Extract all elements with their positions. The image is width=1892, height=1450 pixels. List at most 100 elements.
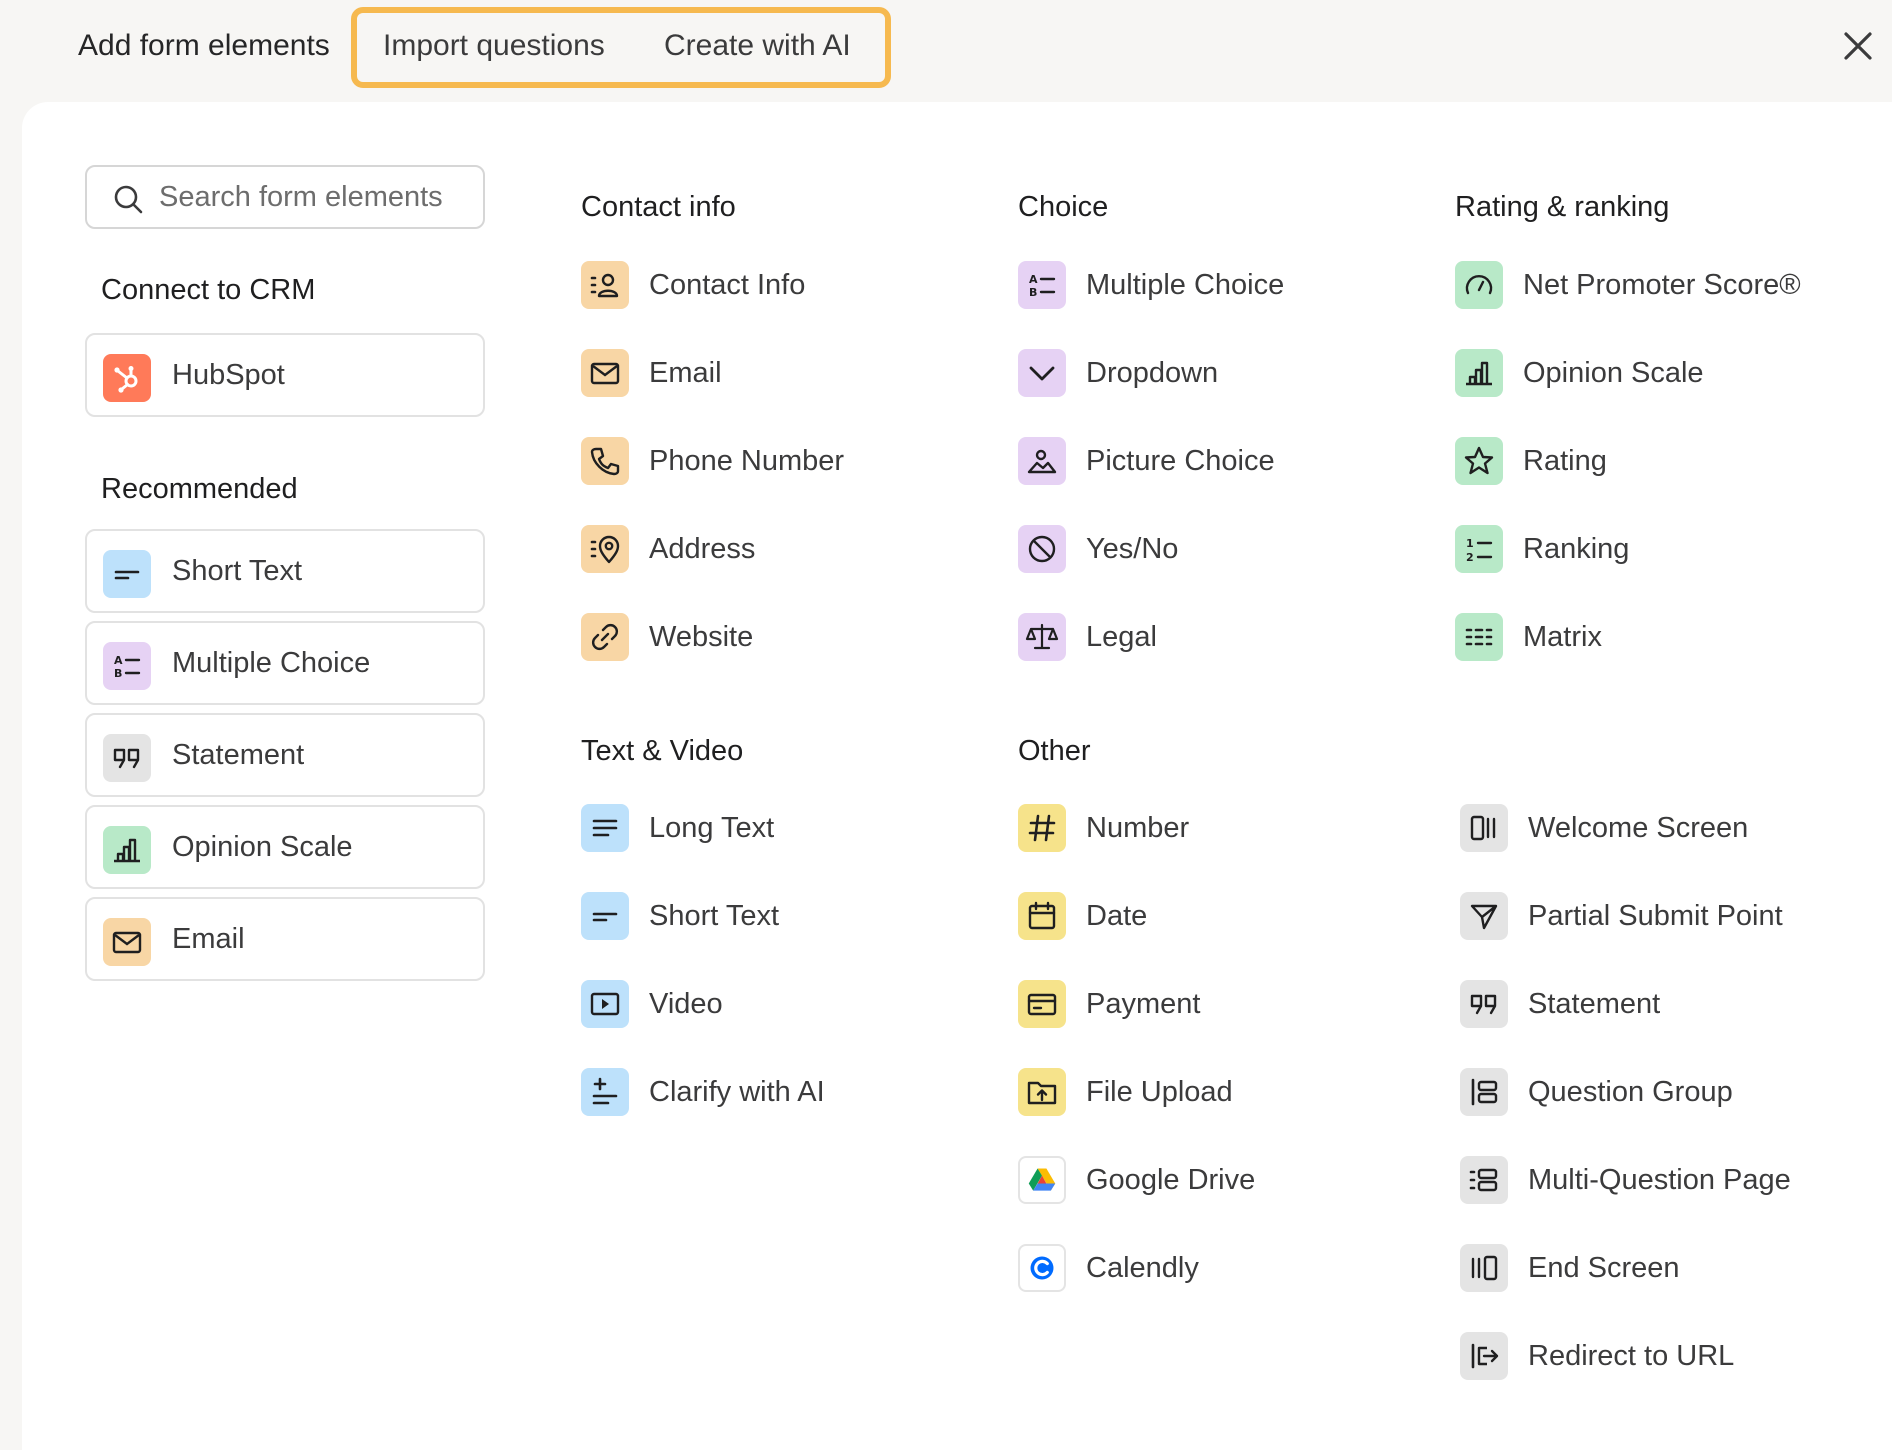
calendar-icon [1018,892,1066,940]
element-label: Ranking [1523,533,1630,565]
element-label: Website [649,621,754,653]
end-screen-icon [1460,1244,1508,1292]
chevron-down-icon [1018,349,1066,397]
element-label: Address [649,533,756,565]
element-label: End Screen [1528,1252,1680,1284]
matrix-icon [1455,613,1503,661]
yes-no-icon [1018,525,1066,573]
element-label: File Upload [1086,1076,1233,1108]
element-label: Calendly [1086,1252,1199,1284]
recommended-label: Email [172,923,245,955]
element-label: Google Drive [1086,1164,1256,1196]
credit-card-icon [1018,980,1066,1028]
element-label: Legal [1086,621,1157,653]
element-label: Short Text [649,900,780,932]
video-icon [581,980,629,1028]
recommended-multiple-choice[interactable]: AB Multiple Choice [85,621,485,705]
element-label: Matrix [1523,621,1602,653]
hubspot-icon [103,354,151,402]
element-label: Multiple Choice [1086,269,1285,301]
element-label: Yes/No [1086,533,1179,565]
picture-icon [1018,437,1066,485]
section-recommended: Recommended [101,473,298,505]
svg-text:1: 1 [1466,537,1474,550]
redirect-icon [1460,1332,1508,1380]
element-label: Net Promoter Score® [1523,269,1801,301]
recommended-label: Opinion Scale [172,831,353,863]
crm-hubspot[interactable]: HubSpot [85,333,485,417]
recommended-email[interactable]: Email [85,897,485,981]
google-drive-icon [1018,1156,1066,1204]
recommended-short-text[interactable]: Short Text [85,529,485,613]
search-box[interactable] [85,165,485,229]
hash-icon [1018,804,1066,852]
tab-add-form-elements[interactable]: Add form elements [78,26,330,66]
calendly-icon [1018,1244,1066,1292]
quote-icon [103,734,151,782]
svg-text:A: A [114,654,123,667]
element-label: Partial Submit Point [1528,900,1783,932]
element-label: Long Text [649,812,775,844]
element-label: Video [649,988,723,1020]
element-label: Picture Choice [1086,445,1275,477]
question-group-icon [1460,1068,1508,1116]
ordered-list-icon: 12 [1455,525,1503,573]
close-icon[interactable] [1840,28,1876,64]
bar-chart-icon [1455,349,1503,397]
element-label: Rating [1523,445,1607,477]
ai-clarify-icon [581,1068,629,1116]
svg-text:B: B [1029,286,1037,299]
element-label: Question Group [1528,1076,1733,1108]
star-icon [1455,437,1503,485]
phone-icon [581,437,629,485]
search-icon [114,185,143,214]
element-label: Statement [1528,988,1661,1020]
element-label: Date [1086,900,1148,932]
element-label: Opinion Scale [1523,357,1704,389]
element-label: Phone Number [649,445,845,477]
element-label: Welcome Screen [1528,812,1749,844]
svg-text:2: 2 [1466,551,1474,564]
section-choice: Choice [1018,191,1109,223]
section-rating-ranking: Rating & ranking [1455,191,1670,223]
svg-text:B: B [114,667,122,680]
multiple-choice-icon: AB [1018,261,1066,309]
search-input[interactable] [159,177,469,217]
contact-card-icon [581,261,629,309]
send-icon [1460,892,1508,940]
multi-question-icon [1460,1156,1508,1204]
element-label: Clarify with AI [649,1076,825,1108]
folder-upload-icon [1018,1068,1066,1116]
crm-label: HubSpot [172,359,285,391]
link-icon [581,613,629,661]
element-label: Dropdown [1086,357,1219,389]
multiple-choice-icon: AB [103,642,151,690]
recommended-statement[interactable]: Statement [85,713,485,797]
scales-icon [1018,613,1066,661]
highlight-frame [351,7,891,88]
recommended-label: Short Text [172,555,303,587]
quote-icon [1460,980,1508,1028]
element-label: Multi-Question Page [1528,1164,1791,1196]
mail-icon [581,349,629,397]
mail-icon [103,918,151,966]
section-contact-info: Contact info [581,191,736,223]
recommended-label: Statement [172,739,305,771]
section-text-video: Text & Video [581,735,744,767]
element-label: Email [649,357,722,389]
element-label: Number [1086,812,1190,844]
short-text-icon [103,550,151,598]
element-label: Payment [1086,988,1201,1020]
recommended-label: Multiple Choice [172,647,371,679]
long-text-icon [581,804,629,852]
top-bar: Add form elements Import questions Creat… [0,0,1892,100]
recommended-opinion-scale[interactable]: Opinion Scale [85,805,485,889]
map-pin-icon [581,525,629,573]
element-label: Contact Info [649,269,806,301]
element-label: Redirect to URL [1528,1340,1735,1372]
section-connect-crm: Connect to CRM [101,274,316,306]
section-other: Other [1018,735,1091,767]
bar-chart-icon [103,826,151,874]
short-text-icon [581,892,629,940]
svg-text:A: A [1029,273,1038,286]
